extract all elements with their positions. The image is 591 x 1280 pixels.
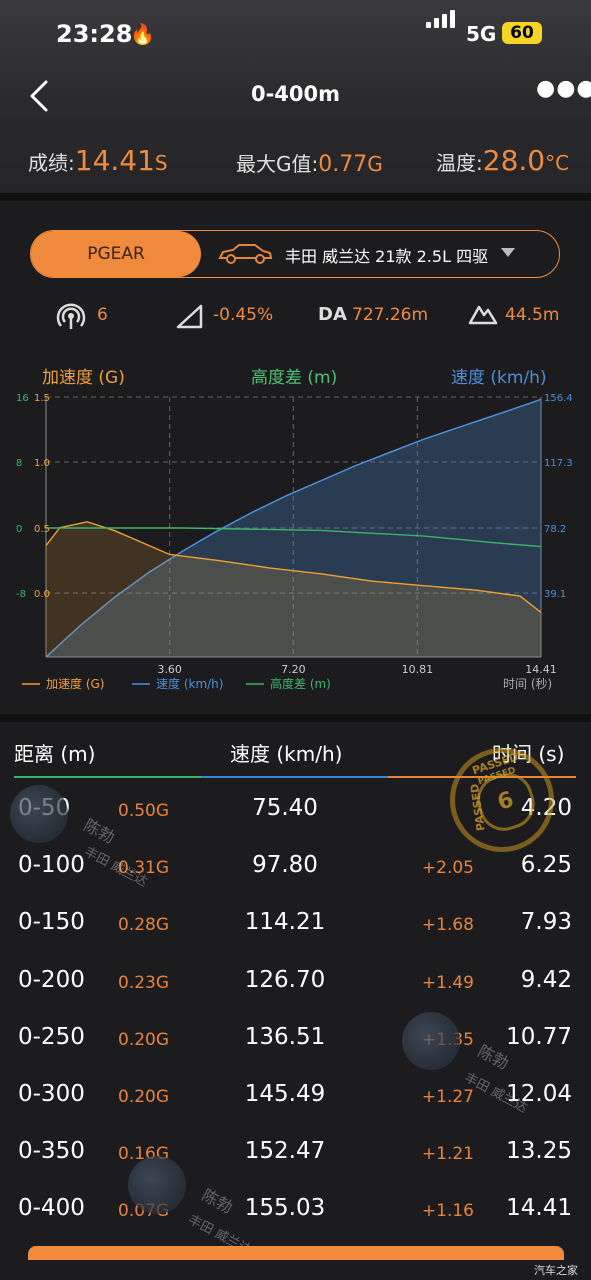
g-value-cell: 0.20G [118, 1087, 170, 1107]
delta-cell: +1.49 [421, 972, 474, 993]
alt-tick-label: -8 [16, 589, 26, 600]
divider [0, 193, 591, 201]
table-row: 0-400 0.07G 155.03 +1.16 14.41 [0, 1195, 591, 1252]
result-stats: 成绩:14.41S 最大G值:0.77G 温度:28.0°C [0, 142, 591, 182]
accel-tick-label: 1.5 [34, 393, 50, 404]
speed-cell: 136.51 [244, 1023, 326, 1050]
elevation-value: 44.5m [505, 305, 560, 325]
alt-tick-label: 8 [16, 458, 22, 469]
g-value-cell: 0.23G [118, 972, 170, 993]
legend-label: 高度差 (m) [270, 676, 331, 691]
da-value: 727.26m [352, 305, 429, 325]
table-row: 0-350 0.16G 152.47 +1.21 13.25 [0, 1138, 591, 1195]
status-bar: 23:28 🔥 5G 60 [0, 10, 591, 54]
distance-cell: 0-100 [18, 852, 85, 879]
speed-cell: 126.70 [244, 966, 326, 993]
time-cell: 13.25 [506, 1138, 572, 1165]
time-cell: 6.25 [520, 852, 572, 879]
stat-result: 成绩:14.41S [28, 144, 168, 177]
header-speed: 速度 (km/h) [230, 742, 343, 766]
distance-cell: 0-200 [18, 966, 85, 993]
x-tick-label: 10.81 [402, 663, 434, 676]
speed-cell: 114.21 [244, 909, 326, 936]
delta-cell: +1.27 [421, 1087, 474, 1107]
satellite-icon [56, 303, 86, 329]
mountain-icon [468, 305, 498, 325]
distance-underline [14, 776, 201, 778]
chart-panel: PGEAR 丰田 威兰达 21款 2.5L 四驱 6 -0.45% DA 727… [0, 201, 591, 714]
accel-tick-label: 0.5 [34, 524, 50, 535]
g-value-cell: 0.20G [118, 1029, 170, 1050]
distance-cell: 0-300 [18, 1081, 85, 1107]
stat-max-g: 最大G值:0.77G [236, 152, 383, 177]
distance-cell: 0-250 [18, 1023, 85, 1050]
speed-cell: 97.80 [252, 852, 318, 879]
speed-tick-label: 156.4 [544, 393, 573, 404]
time-cell: 7.93 [520, 909, 572, 936]
distance-cell: 0-150 [18, 909, 85, 936]
watermark-avatar [402, 1012, 460, 1070]
speed-tick-label: 117.3 [544, 458, 573, 469]
distance-cell: 0-400 [18, 1195, 85, 1222]
speed-cell: 145.49 [244, 1081, 326, 1107]
speed-cell: 152.47 [244, 1138, 326, 1165]
page-title: 0-400m [250, 82, 341, 106]
dropdown-caret-icon[interactable] [501, 248, 515, 257]
car-model[interactable]: 丰田 威兰达 21款 2.5L 四驱 [285, 243, 488, 267]
delta-cell: +1.21 [421, 1144, 474, 1165]
da-label: DA [318, 304, 347, 325]
accel-tick-label: 0.0 [34, 589, 50, 600]
stat-temperature: 温度:28.0°C [436, 144, 570, 177]
g-value-cell: 0.28G [118, 915, 170, 936]
divider [0, 714, 591, 722]
accel-axis-title: 加速度 (G) [42, 368, 125, 388]
distance-cell: 0-350 [18, 1138, 85, 1165]
speed-tick-label: 39.1 [544, 589, 566, 600]
battery-indicator: 60 [502, 22, 542, 44]
legend-label: 加速度 (G) [46, 676, 104, 691]
x-tick-label: 7.20 [281, 663, 306, 676]
satellite-count: 6 [97, 305, 108, 325]
time-cell: 9.42 [520, 966, 572, 993]
delta-cell: +2.05 [421, 858, 474, 879]
bottom-action-bar[interactable] [28, 1246, 564, 1260]
table-row: 0-150 0.28G 114.21 +1.68 7.93 [0, 909, 591, 966]
status-time: 23:28 [56, 20, 133, 48]
x-axis-label: 时间 (秒) [503, 677, 552, 691]
watermark-avatar [128, 1156, 186, 1214]
flame-icon: 🔥 [130, 22, 155, 46]
delta-cell: +1.16 [421, 1201, 474, 1222]
speed-tick-label: 78.2 [544, 524, 566, 535]
altitude-axis-title: 高度差 (m) [251, 368, 338, 388]
accel-tick-label: 1.0 [34, 458, 50, 469]
speed-underline [201, 776, 388, 778]
mode-selector: PGEAR 丰田 威兰达 21款 2.5L 四驱 [30, 230, 560, 278]
alt-tick-label: 16 [16, 393, 29, 404]
alt-tick-label: 0 [16, 524, 22, 535]
car-icon [218, 244, 273, 264]
site-watermark: 汽车之家 [534, 1264, 578, 1277]
time-cell: 14.41 [506, 1195, 572, 1222]
header-distance: 距离 (m) [14, 742, 96, 766]
network-label: 5G [466, 22, 497, 46]
legend-label: 速度 (km/h) [156, 676, 223, 691]
g-value-cell: 0.50G [118, 801, 170, 821]
slope-value: -0.45% [213, 305, 274, 325]
watermark-avatar [10, 785, 68, 843]
x-tick-label: 14.41 [525, 663, 557, 676]
slope-icon [176, 304, 203, 329]
delta-cell: +1.68 [421, 915, 474, 936]
speed-axis-title: 速度 (km/h) [451, 368, 547, 388]
performance-chart: 16 8 0 -8 1.5 1.0 0.5 0.0 156.4 117.3 78.2 39.1 3.60… [16, 393, 573, 691]
pgear-button[interactable]: PGEAR [31, 231, 201, 277]
more-options-icon[interactable]: ●●● [536, 76, 591, 101]
x-tick-label: 3.60 [157, 663, 182, 676]
speed-cell: 75.40 [252, 795, 318, 821]
table-row: 0-200 0.23G 126.70 +1.49 9.42 [0, 967, 591, 1024]
